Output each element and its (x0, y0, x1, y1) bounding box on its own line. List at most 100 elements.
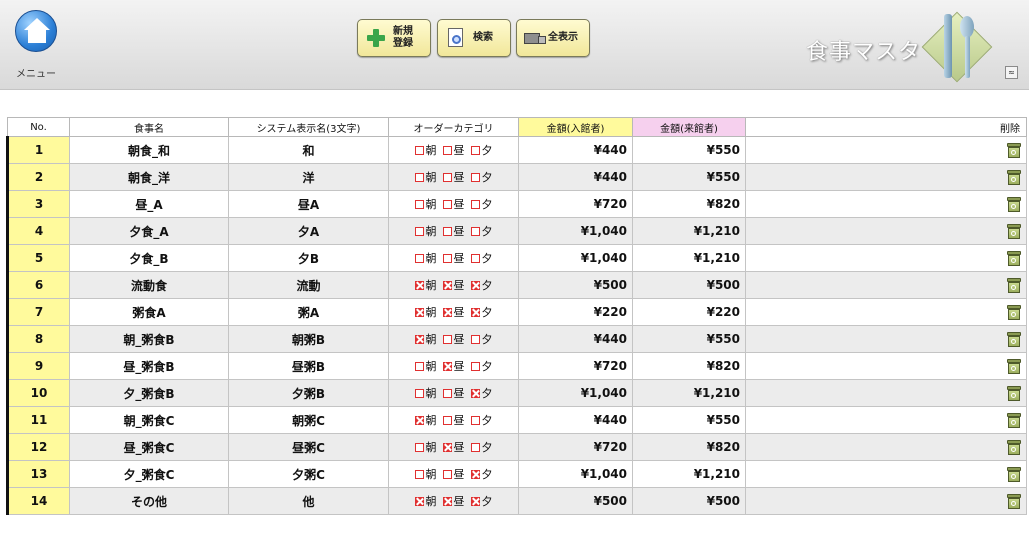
meal-name-cell[interactable]: 粥食A (69, 298, 229, 326)
show-all-button[interactable]: 全表示 (516, 19, 590, 57)
category-checkbox[interactable] (414, 200, 424, 209)
category-option[interactable]: 夕 (470, 196, 493, 212)
amount-resident-cell[interactable]: ¥220 (518, 298, 633, 326)
category-checkbox[interactable] (442, 308, 452, 317)
category-checkbox[interactable] (442, 173, 452, 182)
category-checkbox[interactable] (442, 416, 452, 425)
category-checkbox[interactable] (414, 362, 424, 371)
table-row[interactable]: 2 朝食_洋洋 朝 昼 夕 ¥440 ¥550 (6, 163, 1027, 191)
category-checkbox[interactable] (414, 254, 424, 263)
category-checkbox[interactable] (470, 254, 480, 263)
table-row[interactable]: 8 朝_粥食B 朝粥B 朝 昼 夕 ¥440 ¥550 (6, 325, 1027, 353)
category-option[interactable]: 昼 (442, 439, 465, 455)
category-checkbox[interactable] (414, 497, 424, 506)
system-name-cell[interactable]: 他 (228, 487, 389, 515)
category-option[interactable]: 夕 (470, 385, 493, 401)
category-checkbox[interactable] (470, 200, 480, 209)
system-name-cell[interactable]: 夕A (228, 217, 389, 245)
category-option[interactable]: 昼 (442, 250, 465, 266)
table-row[interactable]: 13 夕_粥食C 夕粥C 朝 昼 夕 ¥1,040 ¥1,210 (6, 460, 1027, 488)
category-option[interactable]: 朝 (414, 196, 437, 212)
amount-resident-cell[interactable]: ¥1,040 (518, 379, 633, 407)
category-checkbox[interactable] (442, 335, 452, 344)
system-name-cell[interactable]: 和 (228, 136, 389, 164)
category-option[interactable]: 昼 (442, 142, 465, 158)
meal-name-cell[interactable]: 朝_粥食B (69, 325, 229, 353)
category-option[interactable]: 夕 (470, 439, 493, 455)
category-option[interactable]: 昼 (442, 223, 465, 239)
system-name-cell[interactable]: 洋 (228, 163, 389, 191)
trash-icon[interactable] (1006, 439, 1022, 456)
category-checkbox[interactable] (414, 470, 424, 479)
category-option[interactable]: 夕 (470, 223, 493, 239)
category-checkbox[interactable] (470, 173, 480, 182)
menu-button[interactable]: メニュー (14, 10, 58, 80)
category-option[interactable]: 昼 (442, 304, 465, 320)
category-checkbox[interactable] (470, 362, 480, 371)
category-checkbox[interactable] (442, 497, 452, 506)
category-checkbox[interactable] (470, 146, 480, 155)
category-option[interactable]: 朝 (414, 466, 437, 482)
category-checkbox[interactable] (470, 416, 480, 425)
category-option[interactable]: 夕 (470, 412, 493, 428)
meal-name-cell[interactable]: 流動食 (69, 271, 229, 299)
category-checkbox[interactable] (414, 227, 424, 236)
table-row[interactable]: 1 朝食_和和 朝 昼 夕 ¥440 ¥550 (6, 136, 1027, 164)
category-checkbox[interactable] (442, 254, 452, 263)
new-record-button[interactable]: 新規 登録 (357, 19, 431, 57)
amount-visitor-cell[interactable]: ¥550 (632, 163, 746, 191)
trash-icon[interactable] (1006, 250, 1022, 267)
amount-visitor-cell[interactable]: ¥820 (632, 190, 746, 218)
amount-visitor-cell[interactable]: ¥1,210 (632, 244, 746, 272)
amount-visitor-cell[interactable]: ¥550 (632, 325, 746, 353)
category-option[interactable]: 朝 (414, 385, 437, 401)
category-checkbox[interactable] (470, 308, 480, 317)
meal-name-cell[interactable]: 朝食_洋 (69, 163, 229, 191)
system-name-cell[interactable]: 朝粥C (228, 406, 389, 434)
category-option[interactable]: 昼 (442, 493, 465, 509)
amount-visitor-cell[interactable]: ¥220 (632, 298, 746, 326)
trash-icon[interactable] (1006, 466, 1022, 483)
amount-resident-cell[interactable]: ¥1,040 (518, 244, 633, 272)
category-option[interactable]: 夕 (470, 277, 493, 293)
amount-resident-cell[interactable]: ¥500 (518, 487, 633, 515)
amount-visitor-cell[interactable]: ¥500 (632, 487, 746, 515)
category-option[interactable]: 夕 (470, 142, 493, 158)
category-option[interactable]: 朝 (414, 331, 437, 347)
category-option[interactable]: 昼 (442, 196, 465, 212)
trash-icon[interactable] (1006, 142, 1022, 159)
amount-resident-cell[interactable]: ¥1,040 (518, 460, 633, 488)
meal-name-cell[interactable]: 夕_粥食B (69, 379, 229, 407)
table-row[interactable]: 9 昼_粥食B 昼粥B 朝 昼 夕 ¥720 ¥820 (6, 352, 1027, 380)
category-option[interactable]: 昼 (442, 331, 465, 347)
system-name-cell[interactable]: 夕B (228, 244, 389, 272)
category-checkbox[interactable] (470, 470, 480, 479)
category-checkbox[interactable] (414, 389, 424, 398)
category-option[interactable]: 朝 (414, 358, 437, 374)
category-checkbox[interactable] (414, 443, 424, 452)
amount-resident-cell[interactable]: ¥720 (518, 433, 633, 461)
trash-icon[interactable] (1006, 169, 1022, 186)
category-option[interactable]: 朝 (414, 223, 437, 239)
system-name-cell[interactable]: 昼粥B (228, 352, 389, 380)
category-checkbox[interactable] (414, 416, 424, 425)
amount-visitor-cell[interactable]: ¥550 (632, 406, 746, 434)
amount-visitor-cell[interactable]: ¥1,210 (632, 379, 746, 407)
table-row[interactable]: 6 流動食 流動 朝 昼 夕 ¥500 ¥500 (6, 271, 1027, 299)
category-checkbox[interactable] (442, 470, 452, 479)
category-checkbox[interactable] (470, 281, 480, 290)
category-checkbox[interactable] (442, 146, 452, 155)
table-row[interactable]: 3 昼_A 昼A 朝 昼 夕 ¥720 ¥820 (6, 190, 1027, 218)
category-checkbox[interactable] (470, 497, 480, 506)
table-row[interactable]: 5 夕食_B 夕B 朝 昼 夕 ¥1,040 ¥1,210 (6, 244, 1027, 272)
category-option[interactable]: 昼 (442, 412, 465, 428)
category-checkbox[interactable] (414, 173, 424, 182)
category-option[interactable]: 朝 (414, 304, 437, 320)
amount-resident-cell[interactable]: ¥1,040 (518, 217, 633, 245)
category-checkbox[interactable] (442, 281, 452, 290)
amount-visitor-cell[interactable]: ¥1,210 (632, 460, 746, 488)
table-row[interactable]: 12 昼_粥食C 昼粥C 朝 昼 夕 ¥720 ¥820 (6, 433, 1027, 461)
table-row[interactable]: 10 夕_粥食B 夕粥B 朝 昼 夕 ¥1,040 ¥1,210 (6, 379, 1027, 407)
category-checkbox[interactable] (442, 227, 452, 236)
trash-icon[interactable] (1006, 223, 1022, 240)
